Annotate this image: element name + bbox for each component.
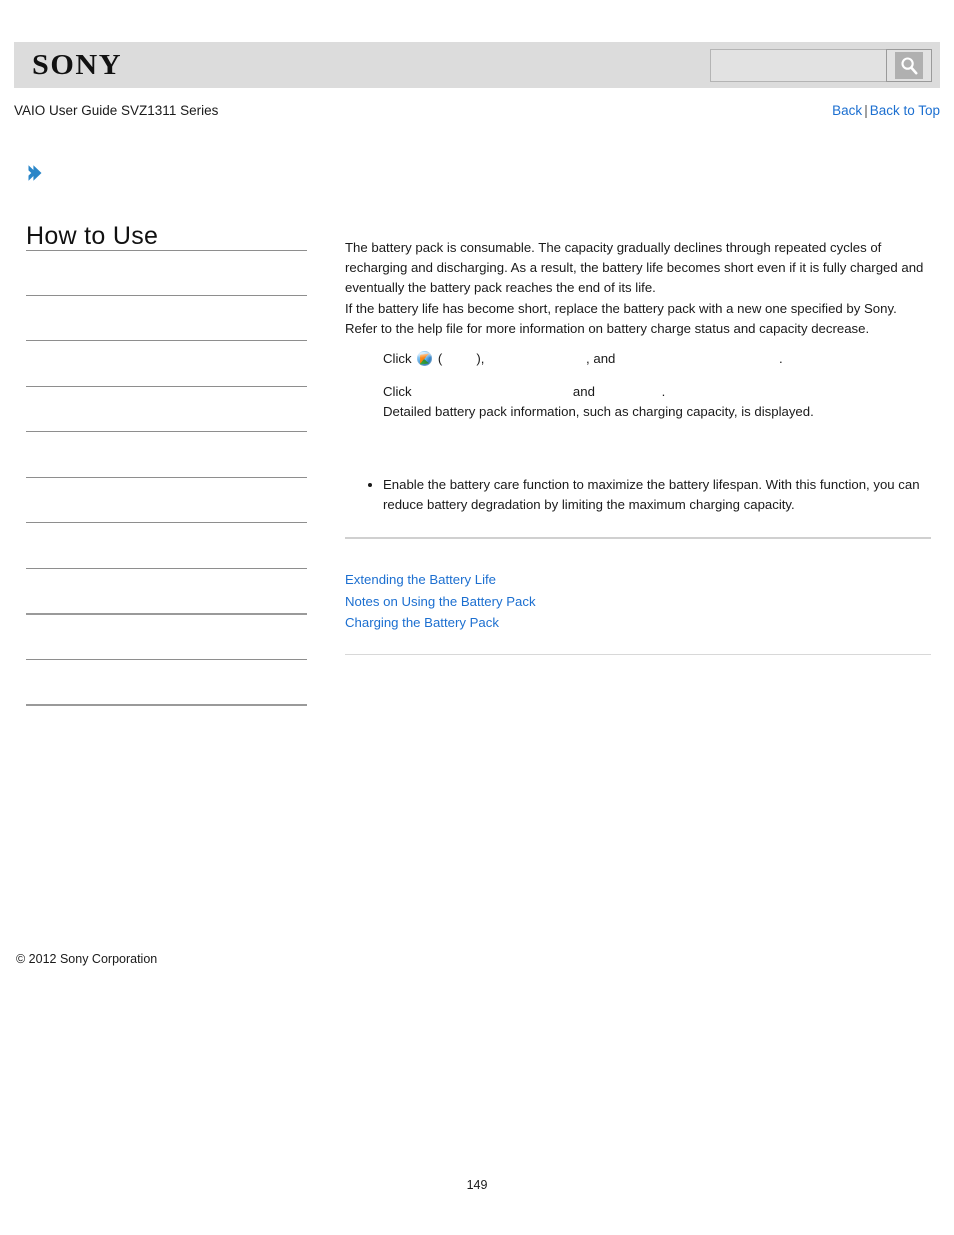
main-content: The battery pack is consumable. The capa… (345, 238, 931, 655)
step-prefix: Click (383, 351, 416, 367)
sidebar-divider (26, 295, 307, 296)
sony-logo: SONY (32, 49, 123, 81)
step-item: Detailed battery pack information, such … (383, 404, 814, 420)
related-link[interactable]: Charging the Battery Pack (345, 612, 931, 634)
subheader: VAIO User Guide SVZ1311 Series Back | Back… (14, 101, 940, 121)
sidebar-divider (26, 659, 307, 660)
related-links: Extending the Battery Life Notes on Usin… (345, 569, 931, 634)
header-nav-links: Back | Back to Top (832, 101, 940, 121)
content-divider (345, 654, 931, 655)
site-header-band: SONY (14, 42, 940, 88)
sidebar-divider (26, 477, 307, 478)
sidebar-divider (26, 431, 307, 432)
related-link[interactable]: Notes on Using the Battery Pack (345, 591, 931, 613)
step-segment: ), (476, 351, 489, 367)
search-input[interactable] (710, 49, 886, 82)
step-segment: . (779, 351, 783, 367)
windows-start-orb-icon (417, 351, 433, 367)
step-prefix: Click (383, 384, 416, 400)
guide-title: VAIO User Guide SVZ1311 Series (14, 103, 219, 118)
sidebar-divider (26, 704, 307, 706)
related-link[interactable]: Extending the Battery Life (345, 569, 931, 591)
sidebar-divider (26, 613, 307, 615)
notes-bullet-list: Enable the battery care function to maxi… (345, 475, 931, 515)
sidebar-divider (26, 250, 307, 251)
sidebar-title: How to Use (26, 222, 159, 250)
intro-paragraph: The battery pack is consumable. The capa… (345, 240, 924, 336)
back-to-top-link[interactable]: Back to Top (870, 103, 940, 118)
nav-separator: | (864, 103, 868, 118)
sidebar-divider (26, 568, 307, 569)
sidebar-divider (26, 522, 307, 523)
step-segment: and (569, 384, 599, 400)
step-item: Click (), , and . (345, 349, 931, 369)
sidebar-divider (26, 386, 307, 387)
step-item: Click and . (345, 382, 931, 402)
step-segment: , and (586, 351, 620, 367)
page-number: 149 (466, 1178, 488, 1192)
content-divider (345, 537, 931, 539)
step-segment: . (661, 384, 666, 400)
search-button[interactable] (886, 49, 932, 82)
search-area (710, 49, 932, 82)
copyright-text: © 2012 Sony Corporation (16, 952, 158, 966)
step-segment: ( (434, 351, 443, 367)
sidebar-divider (26, 340, 307, 341)
list-item: Enable the battery care function to maxi… (367, 475, 931, 515)
search-icon (895, 52, 923, 79)
back-link[interactable]: Back (832, 103, 862, 118)
chevron-right-icon[interactable] (24, 163, 44, 183)
steps-list: Click (), , and . Click and . Detailed b… (345, 349, 931, 423)
